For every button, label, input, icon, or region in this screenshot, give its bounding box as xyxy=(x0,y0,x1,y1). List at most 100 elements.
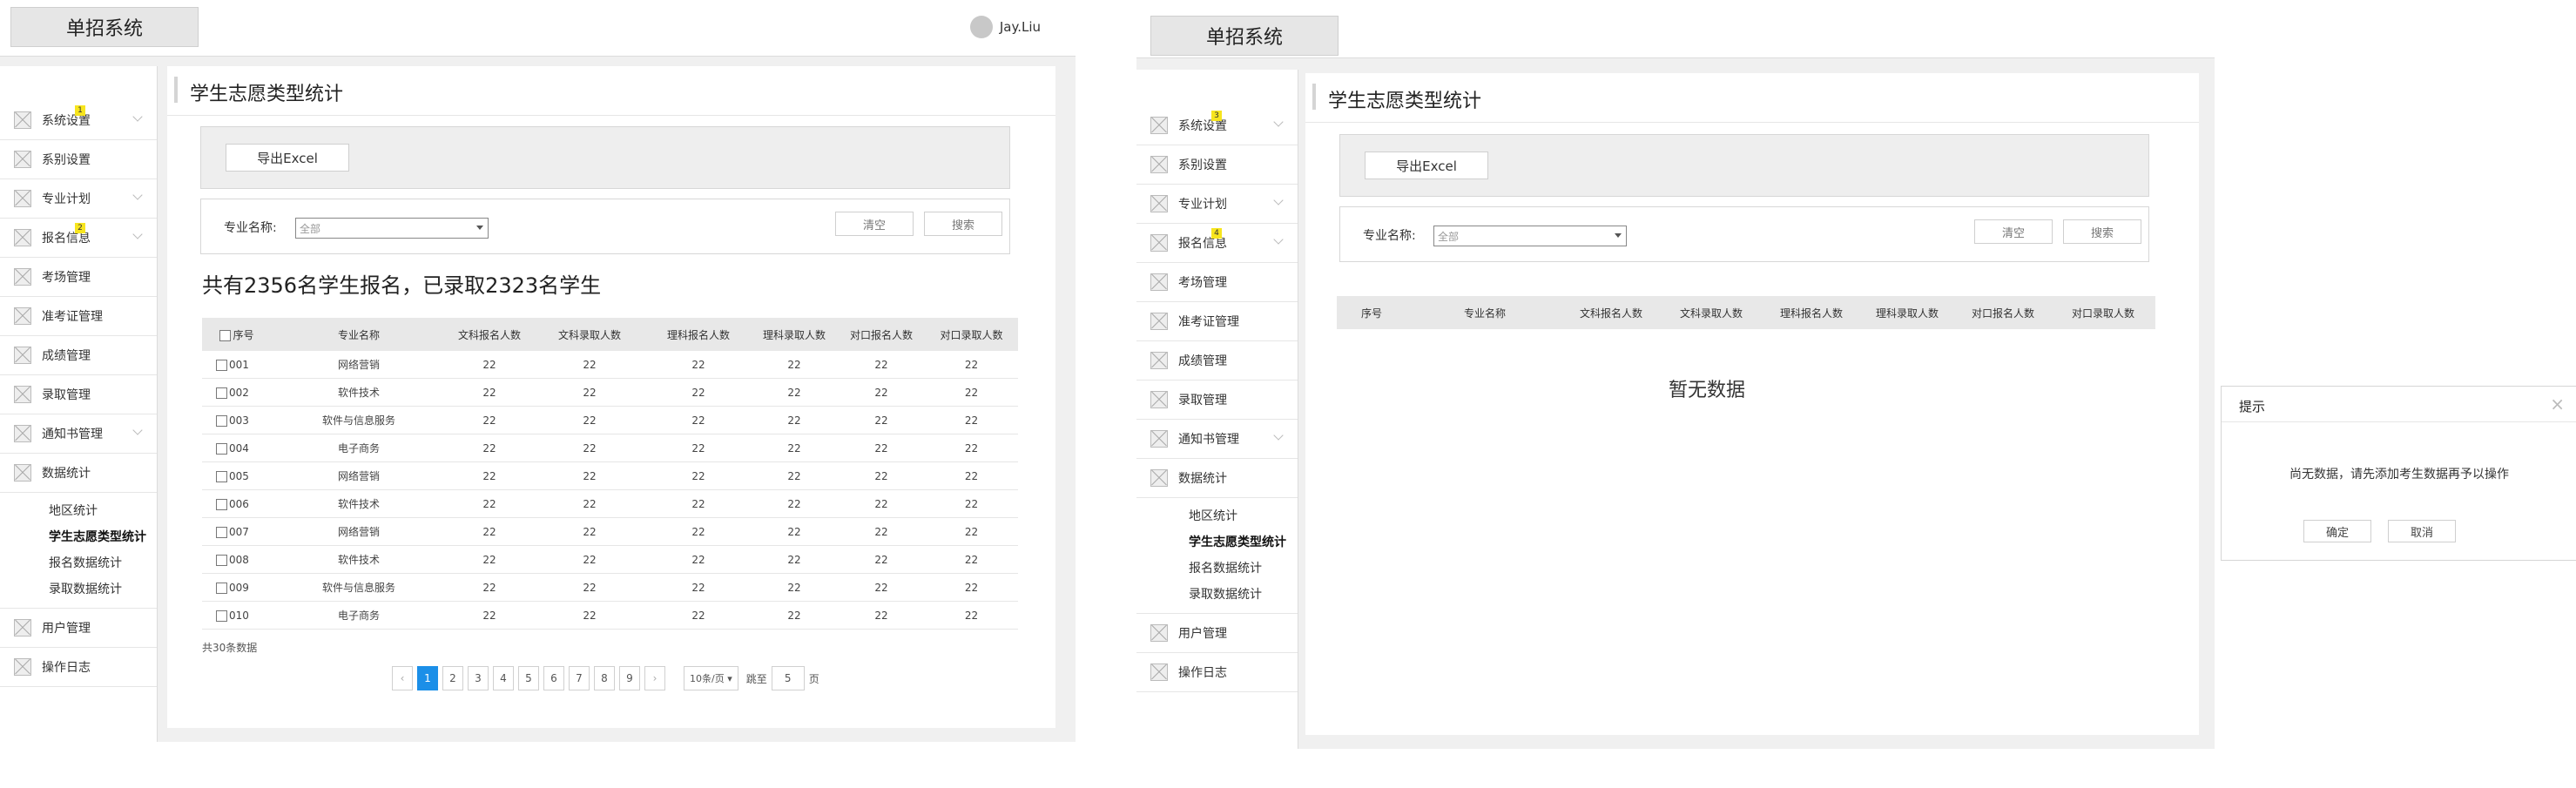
page-button[interactable]: 8 xyxy=(594,666,615,690)
jump-input[interactable]: 5 xyxy=(771,666,805,690)
app-logo[interactable]: 单招系统 xyxy=(10,7,199,47)
submenu-item-volunteer-type[interactable]: 学生志愿类型统计 xyxy=(1136,529,1298,556)
page-button[interactable]: 9 xyxy=(619,666,640,690)
page-button[interactable]: 1 xyxy=(417,666,438,690)
chevron-down-icon[interactable] xyxy=(132,190,143,200)
row-checkbox[interactable] xyxy=(216,582,227,594)
sidebar-item-admission-ticket[interactable]: 准考证管理 xyxy=(0,297,157,336)
user-menu[interactable]: Jay.Liu xyxy=(969,16,1041,38)
select-all-checkbox[interactable] xyxy=(219,329,232,341)
page-button[interactable]: 6 xyxy=(543,666,564,690)
search-button[interactable]: 搜索 xyxy=(2063,219,2141,244)
submenu-item-region[interactable]: 地区统计 xyxy=(1136,503,1298,529)
sidebar-item-major-plan[interactable]: 专业计划 xyxy=(1136,185,1298,224)
clear-button[interactable]: 清空 xyxy=(1974,219,2053,244)
avatar[interactable] xyxy=(969,16,993,38)
chevron-down-icon[interactable] xyxy=(132,425,143,435)
sidebar-item-label: 系别设置 xyxy=(42,153,91,167)
page-button[interactable]: 4 xyxy=(493,666,514,690)
sidebar-item-operation-log[interactable]: 操作日志 xyxy=(0,648,157,687)
table-cell: 22 xyxy=(925,517,1018,546)
search-button[interactable]: 搜索 xyxy=(924,212,1002,236)
submenu-item-registration-stats[interactable]: 报名数据统计 xyxy=(1136,556,1298,582)
next-page-button[interactable]: › xyxy=(644,666,665,690)
row-checkbox[interactable] xyxy=(216,442,227,455)
table-cell: 电子商务 xyxy=(272,601,446,630)
statistics-submenu: 地区统计 学生志愿类型统计 报名数据统计 录取数据统计 xyxy=(0,493,157,609)
export-excel-button[interactable]: 导出Excel xyxy=(226,144,349,172)
submenu-item-volunteer-type[interactable]: 学生志愿类型统计 xyxy=(0,524,157,550)
image-placeholder-icon xyxy=(1150,195,1168,212)
prev-page-button[interactable]: ‹ xyxy=(392,666,413,690)
sidebar-item-users[interactable]: 用户管理 xyxy=(0,609,157,648)
image-placeholder-icon xyxy=(1150,313,1168,330)
chevron-down-icon[interactable] xyxy=(1273,430,1284,441)
header-index[interactable]: 序号 xyxy=(202,318,272,351)
sidebar-item-admission[interactable]: 录取管理 xyxy=(0,375,157,414)
sidebar-item-scores[interactable]: 成绩管理 xyxy=(0,336,157,375)
sidebar-item-department-settings[interactable]: 系别设置 xyxy=(1136,145,1298,185)
sidebar-item-notice[interactable]: 通知书管理 xyxy=(0,414,157,454)
table-cell: 22 xyxy=(838,461,925,490)
table-cell: 22 xyxy=(838,545,925,574)
chevron-down-icon[interactable] xyxy=(132,229,143,239)
export-excel-button[interactable]: 导出Excel xyxy=(1365,152,1488,179)
table-row: 004 电子商务 22 22 22 22 22 22 xyxy=(202,434,1018,462)
sidebar-item-admission[interactable]: 录取管理 xyxy=(1136,381,1298,420)
sidebar-item-exam-room[interactable]: 考场管理 xyxy=(0,258,157,297)
row-checkbox[interactable] xyxy=(216,387,227,399)
table-cell: 22 xyxy=(646,517,751,546)
submenu-item-admission-stats[interactable]: 录取数据统计 xyxy=(0,576,157,603)
page-button[interactable]: 7 xyxy=(569,666,590,690)
sidebar-item-department-settings[interactable]: 系别设置 xyxy=(0,140,157,179)
sidebar-item-users[interactable]: 用户管理 xyxy=(1136,614,1298,653)
sidebar-item-statistics[interactable]: 数据统计 xyxy=(1136,459,1298,498)
cancel-button[interactable]: 取消 xyxy=(2388,520,2456,542)
row-checkbox[interactable] xyxy=(216,414,227,427)
table-cell: 22 xyxy=(446,489,533,518)
row-checkbox[interactable] xyxy=(216,498,227,510)
sidebar-item-operation-log[interactable]: 操作日志 xyxy=(1136,653,1298,692)
submenu-item-admission-stats[interactable]: 录取数据统计 xyxy=(1136,582,1298,608)
page-size-select[interactable]: 10条/页 ▾ xyxy=(684,666,738,690)
sidebar-item-label: 录取管理 xyxy=(1178,394,1227,407)
row-checkbox[interactable] xyxy=(216,610,227,622)
page-button[interactable]: 3 xyxy=(468,666,489,690)
sidebar-item-major-plan[interactable]: 专业计划 xyxy=(0,179,157,219)
page-button[interactable]: 5 xyxy=(518,666,539,690)
sidebar-item-registration[interactable]: 报名信息 2 xyxy=(0,219,157,258)
stats-table-empty: 序号 专业名称 文科报名人数 文科录取人数 理科报名人数 理科录取人数 对口报名… xyxy=(1337,296,2155,329)
table-cell: 22 xyxy=(446,378,533,407)
chevron-down-icon[interactable] xyxy=(1273,117,1284,127)
header-voc-adm: 对口录取人数 xyxy=(2051,296,2155,329)
confirm-button[interactable]: 确定 xyxy=(2303,520,2371,542)
major-select[interactable]: 全部 xyxy=(295,218,489,239)
clear-button[interactable]: 清空 xyxy=(835,212,914,236)
table-row: 001 网络营销 22 22 22 22 22 22 xyxy=(202,351,1018,379)
sidebar-item-statistics[interactable]: 数据统计 xyxy=(0,454,157,493)
app-logo[interactable]: 单招系统 xyxy=(1150,16,1339,56)
row-checkbox[interactable] xyxy=(216,470,227,482)
submenu-item-registration-stats[interactable]: 报名数据统计 xyxy=(0,550,157,576)
page-button[interactable]: 2 xyxy=(442,666,463,690)
row-checkbox[interactable] xyxy=(216,526,227,538)
sidebar-item-notice[interactable]: 通知书管理 xyxy=(1136,420,1298,459)
table-cell: 22 xyxy=(533,378,646,407)
sidebar-item-system-settings[interactable]: 系统设置 1 xyxy=(0,101,157,140)
close-icon[interactable]: × xyxy=(2550,394,2565,414)
row-index-cell: 003 xyxy=(202,406,272,434)
chevron-down-icon[interactable] xyxy=(132,111,143,122)
row-checkbox[interactable] xyxy=(216,359,227,371)
chevron-down-icon[interactable] xyxy=(1273,195,1284,205)
sidebar-item-exam-room[interactable]: 考场管理 xyxy=(1136,263,1298,302)
sidebar-item-admission-ticket[interactable]: 准考证管理 xyxy=(1136,302,1298,341)
sidebar-item-system-settings[interactable]: 系统设置 3 xyxy=(1136,106,1298,145)
submenu-item-region[interactable]: 地区统计 xyxy=(0,498,157,524)
major-select[interactable]: 全部 xyxy=(1433,226,1627,246)
sidebar-item-registration[interactable]: 报名信息 4 xyxy=(1136,224,1298,263)
user-name[interactable]: Jay.Liu xyxy=(1000,19,1041,35)
row-checkbox[interactable] xyxy=(216,554,227,566)
header-major: 专业名称 xyxy=(272,318,446,351)
sidebar-item-scores[interactable]: 成绩管理 xyxy=(1136,341,1298,381)
chevron-down-icon[interactable] xyxy=(1273,234,1284,245)
